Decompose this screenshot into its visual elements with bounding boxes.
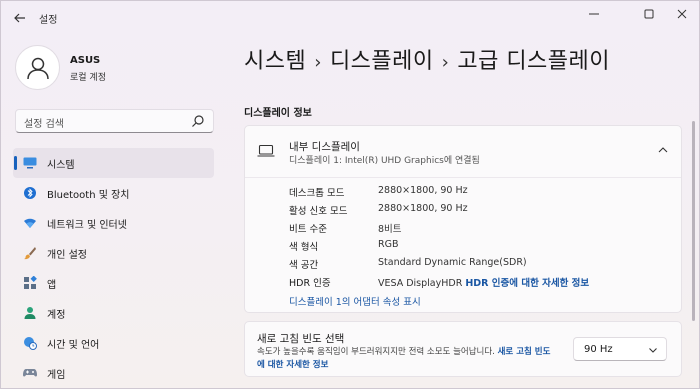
settings-window: 설정 ASUS 로컬 계정 설정 검색 시스템 Bluetooth 및 장치 네… [0,0,700,389]
person-icon [23,306,37,320]
minimize-icon [589,13,599,15]
breadcrumb: 시스템 › 디스플레이 › 고급 디스플레이 [244,43,610,75]
minimize-button[interactable] [579,5,609,23]
scrollbar-thumb[interactable] [692,121,695,321]
search-box[interactable]: 설정 검색 [15,109,214,133]
info-value: Standard Dynamic Range(SDR) [378,257,527,268]
info-label: 색 형식 [289,242,319,253]
close-button[interactable] [667,5,697,23]
info-row-bit-depth: 비트 수준 8비트 [289,221,669,237]
brush-icon [23,246,37,260]
laptop-icon [257,144,275,157]
sidebar-item-label: 게임 [47,370,66,381]
sidebar-item-label: 시스템 [47,160,75,171]
sidebar-item-label: 앱 [47,280,57,291]
sidebar-item-system[interactable]: 시스템 [13,148,214,178]
sidebar-item-network[interactable]: 네트워크 및 인터넷 [13,208,214,238]
info-value: 2880×1800, 90 Hz [378,203,468,214]
wifi-icon [23,216,37,230]
info-label: 색 공간 [289,260,319,271]
hdr-cert-link[interactable]: HDR 인증에 대한 자세한 정보 [465,278,589,289]
refresh-rate-desc-text: 속도가 높을수록 움직임이 부드러워지지만 전력 소모도 늘어납니다. [257,347,495,357]
refresh-rate-description: 속도가 높을수록 움직임이 부드러워지지만 전력 소모도 늘어납니다. 새로 고… [257,346,557,372]
display-connection: 디스플레이 1: Intel(R) UHD Graphics에 연결됨 [289,156,480,166]
info-row-active-signal: 활성 신호 모드 2880×1800, 90 Hz [289,203,669,219]
apps-icon [23,276,37,290]
user-avatar-icon [26,57,49,79]
info-value: VESA DisplayHDR HDR 인증에 대한 자세한 정보 [378,275,589,289]
hdr-cert-value: VESA DisplayHDR [378,278,463,289]
info-value: RGB [378,239,399,250]
display-card-header[interactable]: 내부 디스플레이 디스플레이 1: Intel(R) UHD Graphics에… [245,126,681,178]
sidebar-item-label: 네트워크 및 인터넷 [47,220,127,231]
sidebar-item-label: 계정 [47,310,66,321]
chevron-right-icon: › [314,52,322,73]
sidebar-item-personalization[interactable]: 개인 설정 [13,238,214,268]
user-profile[interactable]: ASUS 로컬 계정 [15,45,215,91]
back-arrow-icon [14,13,25,23]
bluetooth-icon [23,186,37,200]
section-title: 디스플레이 정보 [244,108,312,119]
close-icon [677,9,687,19]
breadcrumb-item-system[interactable]: 시스템 [244,49,306,74]
search-input[interactable]: 설정 검색 [24,115,64,130]
info-row-color-space: 색 공간 Standard Dynamic Range(SDR) [289,257,669,273]
info-value: 8비트 [378,224,402,235]
info-label: 데스크톱 모드 [289,188,345,199]
sidebar-nav: 시스템 Bluetooth 및 장치 네트워크 및 인터넷 개인 설정 앱 계정… [13,148,215,388]
display-info-card: 내부 디스플레이 디스플레이 1: Intel(R) UHD Graphics에… [244,125,682,313]
profile-account-type: 로컬 계정 [70,73,106,83]
refresh-rate-title: 새로 고침 빈도 선택 [257,333,345,345]
sidebar-item-bluetooth[interactable]: Bluetooth 및 장치 [13,178,214,208]
globe-clock-icon [23,336,37,350]
maximize-button[interactable] [634,5,664,23]
breadcrumb-item-display[interactable]: 디스플레이 [330,49,434,74]
app-title: 설정 [39,15,58,26]
back-button[interactable] [9,9,31,27]
info-label: 비트 수준 [289,224,327,235]
title-bar: 설정 [1,1,700,35]
info-row-desktop-mode: 데스크톱 모드 2880×1800, 90 Hz [289,185,669,201]
chevron-down-icon [649,348,657,353]
info-row-hdr-cert: HDR 인증 VESA DisplayHDR HDR 인증에 대한 자세한 정보 [289,275,669,291]
chevron-right-icon: › [441,52,450,73]
refresh-rate-selected: 90 Hz [584,344,613,355]
info-label: 활성 신호 모드 [289,206,348,217]
sidebar-item-label: 개인 설정 [47,250,87,261]
display-name: 내부 디스플레이 [289,141,360,153]
sidebar-item-label: 시간 및 언어 [47,340,100,351]
sidebar-item-accounts[interactable]: 계정 [13,298,214,328]
info-label: HDR 인증 [289,278,331,289]
profile-name: ASUS [70,55,101,66]
selection-indicator [14,156,17,170]
maximize-icon [644,9,654,19]
sidebar-item-label: Bluetooth 및 장치 [47,190,130,201]
refresh-rate-dropdown[interactable]: 90 Hz [573,337,667,361]
gamepad-icon [23,366,37,380]
refresh-rate-card: 새로 고침 빈도 선택 속도가 높을수록 움직임이 부드러워지지만 전력 소모도… [244,321,682,377]
divider [245,177,681,178]
page-title: 고급 디스플레이 [457,49,611,74]
adapter-properties-link[interactable]: 디스플레이 1의 어댑터 속성 표시 [289,294,421,308]
info-row-color-format: 색 형식 RGB [289,239,669,255]
chevron-up-icon [658,147,668,153]
search-icon [192,115,204,127]
sidebar-item-time-language[interactable]: 시간 및 언어 [13,328,214,358]
info-value: 2880×1800, 90 Hz [378,185,468,196]
monitor-icon [23,156,37,170]
sidebar-item-gaming[interactable]: 게임 [13,358,214,388]
sidebar-item-apps[interactable]: 앱 [13,268,214,298]
avatar [15,45,60,90]
